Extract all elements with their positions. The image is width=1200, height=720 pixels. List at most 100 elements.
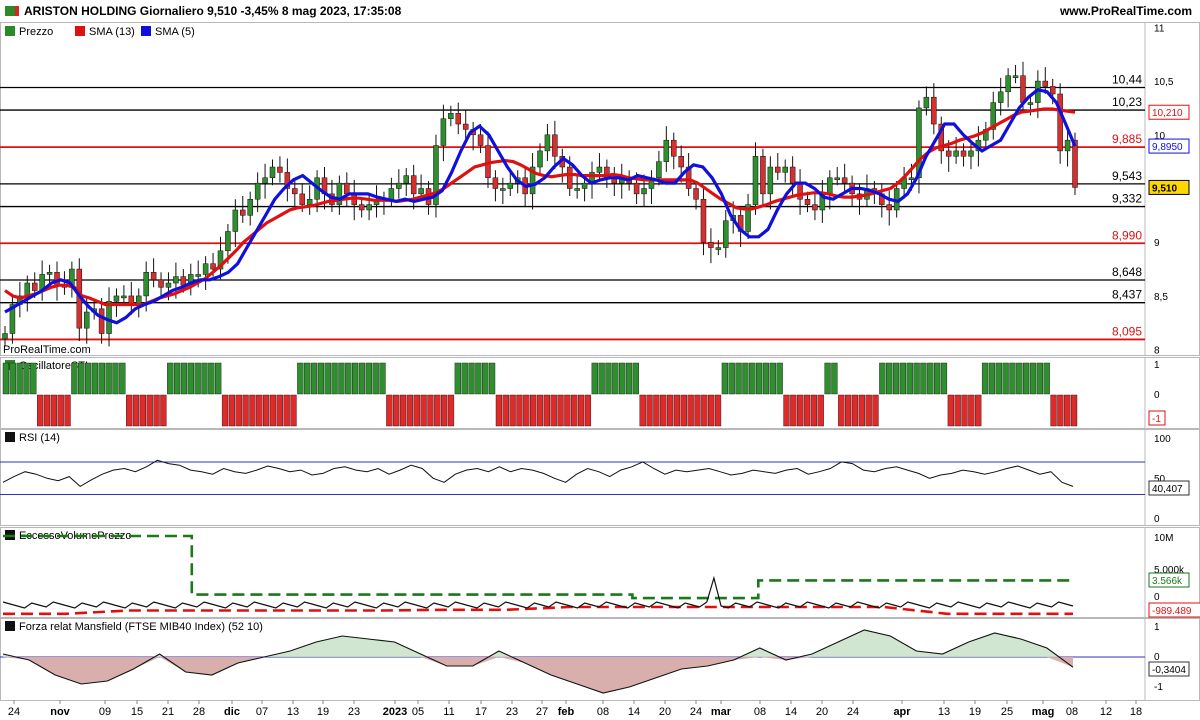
- volume-badge-0: 3.566k: [1152, 576, 1183, 587]
- sti-bar-up: [194, 362, 201, 395]
- sti-bar-down: [413, 394, 420, 427]
- legend-prezzo: Prezzo: [19, 26, 53, 38]
- sti-ytick-1: 0: [1154, 390, 1160, 401]
- sti-bar-down: [290, 394, 297, 427]
- sti-bar-up: [886, 362, 893, 395]
- candle-body: [1027, 102, 1034, 105]
- price-ytick-0: 11: [1154, 23, 1165, 34]
- sti-bar-up: [755, 362, 763, 395]
- sti-bar-up: [988, 362, 996, 395]
- candle-body: [574, 188, 580, 191]
- candle-body: [210, 263, 216, 270]
- candle-body: [1020, 75, 1026, 103]
- xlabel-16: 27: [536, 706, 548, 718]
- xlabel-7: 07: [256, 706, 268, 718]
- sti-bar-down: [564, 394, 571, 427]
- sti-bar-up: [934, 362, 941, 395]
- support-label-7: 8,437: [1112, 288, 1142, 302]
- sti-ytick-0: 1: [1154, 360, 1160, 371]
- mansfield-legend-swatch: [5, 621, 15, 631]
- candle-body: [782, 166, 788, 173]
- xlabel-8: 13: [287, 706, 299, 718]
- sti-bar-up: [1016, 362, 1023, 395]
- candle-body: [537, 150, 543, 168]
- candle-body: [596, 166, 603, 173]
- sti-bar-up: [482, 362, 489, 395]
- sti-bar-down: [276, 394, 283, 427]
- candle-body: [113, 295, 120, 302]
- candle-body: [2, 333, 8, 340]
- sti-bar-up: [1002, 362, 1009, 395]
- candle-body: [150, 272, 157, 281]
- sti-bar-down: [249, 394, 256, 427]
- sti-bar-up: [920, 362, 927, 395]
- sti-bar-down: [146, 394, 153, 427]
- rsi-legend-swatch: [5, 432, 15, 442]
- sti-bar-down: [1050, 394, 1057, 427]
- sti-bar-up: [345, 362, 352, 395]
- sti-bar-up: [91, 362, 99, 395]
- support-label-0: 10,44: [1112, 73, 1142, 87]
- sti-bar-up: [365, 362, 372, 395]
- sti-bar-up: [728, 362, 735, 395]
- sti-bar-up: [1023, 362, 1030, 395]
- candle-body: [997, 91, 1004, 103]
- sti-bar-up: [605, 362, 612, 395]
- evp-short-line: [3, 605, 1073, 616]
- sti-bar-up: [317, 362, 325, 395]
- sti-bar-down: [228, 394, 236, 427]
- sti-bar-down: [37, 394, 44, 427]
- candle-body: [804, 198, 811, 205]
- volume-badge-1: -989.489: [1152, 606, 1192, 617]
- sti-bar-down: [50, 394, 57, 427]
- candle-body: [277, 166, 283, 173]
- sti-bar-down: [235, 394, 242, 427]
- candle-body: [46, 272, 53, 275]
- sti-bar-down: [968, 394, 975, 427]
- sti-bar-down: [810, 394, 818, 427]
- candle-body: [663, 139, 670, 162]
- candle-body: [767, 166, 774, 195]
- xlabel-2: 09: [99, 706, 111, 718]
- candle-body: [306, 198, 313, 205]
- sti-bar-down: [714, 394, 722, 427]
- candle-body: [797, 182, 803, 200]
- support-label-1: 10,23: [1112, 95, 1142, 109]
- sti-bar-down: [427, 394, 434, 427]
- sti-bar-up: [749, 362, 756, 395]
- sti-bar-up: [721, 362, 728, 395]
- sti-bar-down: [838, 394, 845, 427]
- sti-bar-down: [242, 394, 249, 427]
- candle-body: [366, 204, 372, 211]
- sti-bar-up: [625, 362, 633, 395]
- candle-body: [477, 134, 484, 146]
- mansfield-ytick-0: 1: [1154, 622, 1160, 633]
- candle-body: [1049, 86, 1056, 95]
- sti-bar-down: [406, 394, 414, 427]
- sti-bar-up: [762, 362, 770, 395]
- sti-bar-down: [865, 394, 872, 427]
- sti-bar-up: [619, 362, 626, 395]
- xlabel-13: 11: [443, 706, 454, 718]
- candle-body: [143, 272, 149, 297]
- candle-body: [827, 177, 833, 195]
- sti-bar-up: [742, 362, 749, 395]
- candle-body: [715, 247, 722, 250]
- sti-bar-up: [338, 362, 345, 395]
- candle-body: [410, 175, 417, 195]
- sti-bar-down: [536, 394, 544, 427]
- sti-bar-down: [160, 394, 167, 427]
- sti-bar-up: [215, 362, 222, 395]
- sti-bar-up: [112, 362, 119, 395]
- sti-bar-down: [139, 394, 146, 427]
- xlabel-6: dic: [224, 706, 240, 718]
- sti-bar-up: [352, 362, 359, 395]
- xlabel-28: 13: [938, 706, 950, 718]
- sti-bar-down: [495, 394, 503, 427]
- sti-bar-down: [975, 394, 982, 427]
- candle-body: [581, 182, 588, 189]
- xlabel-21: 24: [690, 706, 702, 718]
- xlabel-29: 19: [969, 706, 981, 718]
- volume-ytick-2: 0: [1154, 592, 1160, 603]
- price-panel: [0, 22, 1200, 356]
